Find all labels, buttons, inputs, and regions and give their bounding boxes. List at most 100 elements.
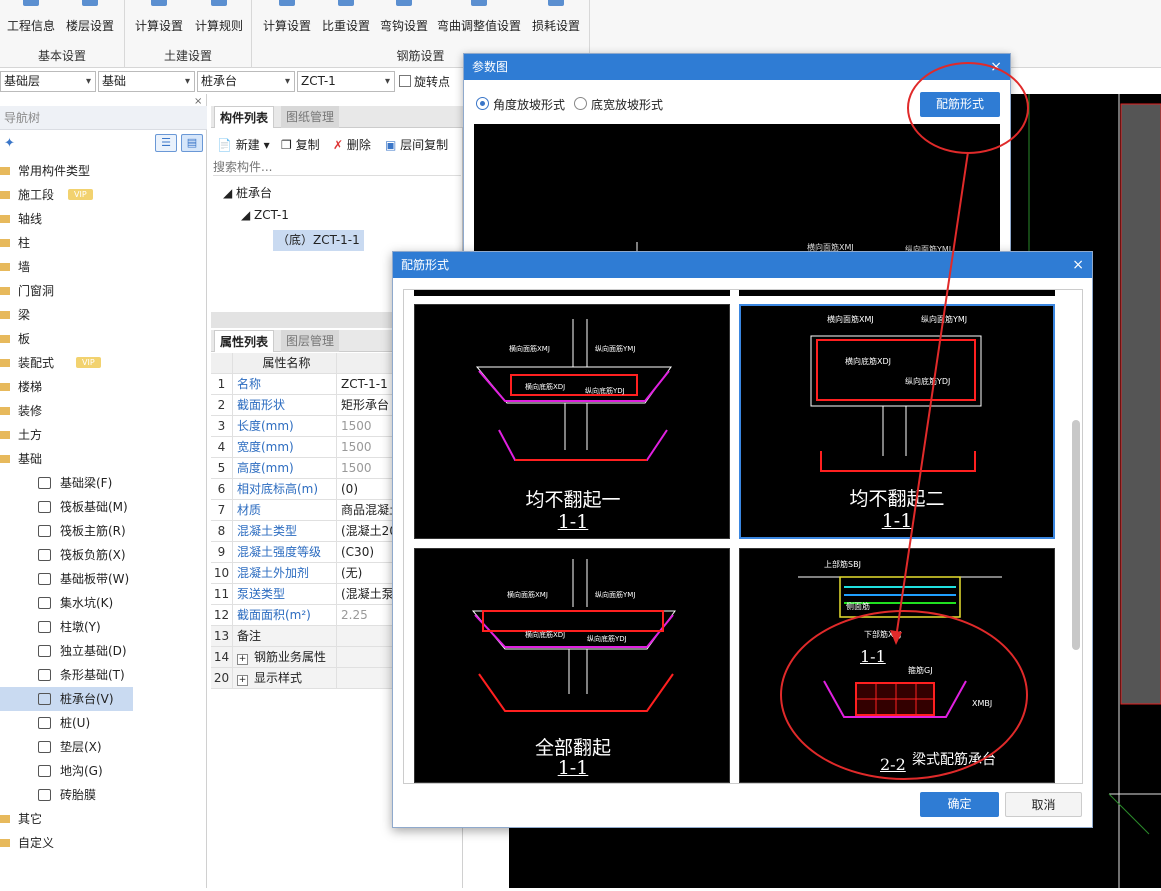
rotate-checkbox[interactable] [399, 75, 411, 87]
nav-subitem[interactable]: 垫层(X) [0, 735, 207, 759]
delete-button[interactable]: ✗ 删除 [333, 136, 371, 153]
copy-icon: ❐ [281, 138, 292, 152]
nav-item[interactable]: 门窗洞 [0, 279, 207, 303]
new-button[interactable]: 📄 新建 ▾ [217, 136, 270, 153]
rebar-option-1[interactable]: 横向面筋XMJ 纵向面筋YMJ 横向底筋XDJ 纵向底筋YDJ 均不翻起一 1-1 [414, 304, 730, 539]
weight-settings-button[interactable]: 比重设置 [318, 0, 374, 34]
folder-icon [0, 407, 10, 415]
nav-item[interactable]: 基础 [0, 447, 207, 471]
floor-copy-button[interactable]: ▣ 层间复制 [385, 136, 448, 153]
option-1-title: 均不翻起一 [525, 489, 621, 511]
floor-settings-button[interactable]: 楼层设置 [62, 0, 118, 34]
nav-item[interactable]: 梁 [0, 303, 207, 327]
loss-settings-button[interactable]: 损耗设置 [528, 0, 584, 34]
sparkle-icon[interactable]: ✦ [4, 136, 15, 151]
nav-item[interactable]: 其它 [0, 807, 207, 831]
component-icon [38, 477, 51, 489]
bend-icon [471, 0, 487, 6]
hook-icon [396, 0, 412, 6]
ribbon-group-label: 土建设置 [163, 49, 212, 63]
rotate-label: 旋转点 [414, 75, 451, 89]
copy-button[interactable]: ❐ 复制 [281, 136, 320, 153]
svg-text:纵向面筋YMJ: 纵向面筋YMJ [595, 344, 635, 353]
nav-subitem[interactable]: 筏板负筋(X) [0, 543, 207, 567]
rebar-option-3[interactable]: 横向面筋XMJ 纵向面筋YMJ 横向底筋XDJ 纵向底筋YDJ 全部翻起 1-1 [414, 548, 730, 783]
component-icon [38, 645, 51, 657]
ok-button[interactable]: 确定 [920, 792, 999, 817]
component-icon [38, 693, 51, 705]
component-icon [38, 597, 51, 609]
tree-node-zct1[interactable]: ◢ ZCT-1 [241, 208, 289, 222]
nav-subitem[interactable]: 地沟(G) [0, 759, 207, 783]
nav-subitem[interactable]: 集水坑(K) [0, 591, 207, 615]
component-icon [38, 717, 51, 729]
ribbon-group-label: 基本设置 [37, 49, 86, 63]
tab-component-list[interactable]: 构件列表 [214, 106, 275, 128]
nav-subitem[interactable]: 砖胎膜 [0, 783, 207, 807]
folder-icon [0, 359, 10, 367]
nav-subitem[interactable]: 独立基础(D) [0, 639, 207, 663]
floor-settings-icon [82, 0, 98, 6]
nav-subitem[interactable]: 桩承台(V) [0, 687, 133, 711]
nav-item[interactable]: 柱 [0, 231, 207, 255]
folder-icon [0, 287, 10, 295]
nav-item[interactable]: 装修 [0, 399, 207, 423]
component-icon [38, 549, 51, 561]
search-input[interactable] [213, 158, 461, 176]
tab-drawing-manage[interactable]: 图纸管理 [281, 106, 340, 128]
nav-subitem[interactable]: 桩(U) [0, 711, 207, 735]
component-combo[interactable]: ZCT-1 [297, 71, 395, 92]
svg-text:纵向底筋YDJ: 纵向底筋YDJ [587, 634, 627, 643]
type-combo[interactable]: 桩承台 [197, 71, 295, 92]
nav-item[interactable]: 土方 [0, 423, 207, 447]
floor-combo[interactable]: 基础层 [0, 71, 96, 92]
nav-subitem[interactable]: 筏板基础(M) [0, 495, 207, 519]
svg-text:横向面筋XMJ: 横向面筋XMJ [509, 344, 550, 353]
nav-item[interactable]: 墙 [0, 255, 207, 279]
nav-subitem[interactable]: 条形基础(T) [0, 663, 207, 687]
bend-adjust-button[interactable]: 弯曲调整值设置 [434, 0, 524, 34]
nav-item[interactable]: 板 [0, 327, 207, 351]
bottom-width-radio[interactable] [574, 97, 587, 110]
svg-text:横向面筋XMJ: 横向面筋XMJ [507, 590, 548, 599]
close-icon[interactable]: × [1072, 252, 1084, 278]
svg-text:横向底筋XDJ: 横向底筋XDJ [525, 382, 565, 391]
tree-node-zct1-1[interactable]: （底）ZCT-1-1 [273, 230, 364, 251]
tree-node-root[interactable]: ◢ 桩承台 [223, 184, 272, 201]
nav-subitem[interactable]: 柱墩(Y) [0, 615, 207, 639]
folder-icon [0, 239, 10, 247]
hook-settings-button[interactable]: 弯钩设置 [376, 0, 432, 34]
nav-subitem[interactable]: 筏板主筋(R) [0, 519, 207, 543]
category-combo[interactable]: 基础 [98, 71, 195, 92]
rebar-calc-settings-button[interactable]: 计算设置 [260, 0, 314, 34]
bottom-width-label: 底宽放坡形式 [591, 98, 664, 112]
loss-icon [548, 0, 564, 6]
nav-item[interactable]: 常用构件类型 [0, 159, 207, 183]
folder-icon [0, 383, 10, 391]
ribbon-group-civil: 计算设置 计算规则 土建设置 [125, 0, 252, 68]
tab-layer-manage[interactable]: 图层管理 [281, 330, 340, 352]
calc-settings-button[interactable]: 计算设置 [131, 0, 187, 34]
component-icon [38, 789, 51, 801]
folder-icon [0, 167, 10, 175]
cancel-button[interactable]: 取消 [1005, 792, 1082, 817]
new-icon: 📄 [217, 138, 232, 152]
folder-icon [0, 431, 10, 439]
list-view-icon[interactable]: ☰ [155, 134, 177, 152]
component-icon [38, 621, 51, 633]
grid-view-icon[interactable]: ▤ [181, 134, 203, 152]
project-info-button[interactable]: 工程信息 [4, 0, 58, 34]
nav-subitem[interactable]: 基础梁(F) [0, 471, 207, 495]
nav-item[interactable]: 装配式 VIP [0, 351, 207, 375]
calc-rules-button[interactable]: 计算规则 [191, 0, 247, 34]
scrollbar-thumb[interactable] [1072, 420, 1080, 650]
nav-item[interactable]: 轴线 [0, 207, 207, 231]
nav-item[interactable]: 自定义 [0, 831, 207, 855]
nav-item[interactable]: 施工段 VIP [0, 183, 207, 207]
svg-text:纵向底筋YDJ: 纵向底筋YDJ [585, 386, 625, 395]
nav-subitem[interactable]: 基础板带(W) [0, 567, 207, 591]
nav-item[interactable]: 楼梯 [0, 375, 207, 399]
tab-property-list[interactable]: 属性列表 [214, 330, 275, 352]
folder-icon [0, 335, 10, 343]
angle-slope-radio[interactable] [476, 97, 489, 110]
